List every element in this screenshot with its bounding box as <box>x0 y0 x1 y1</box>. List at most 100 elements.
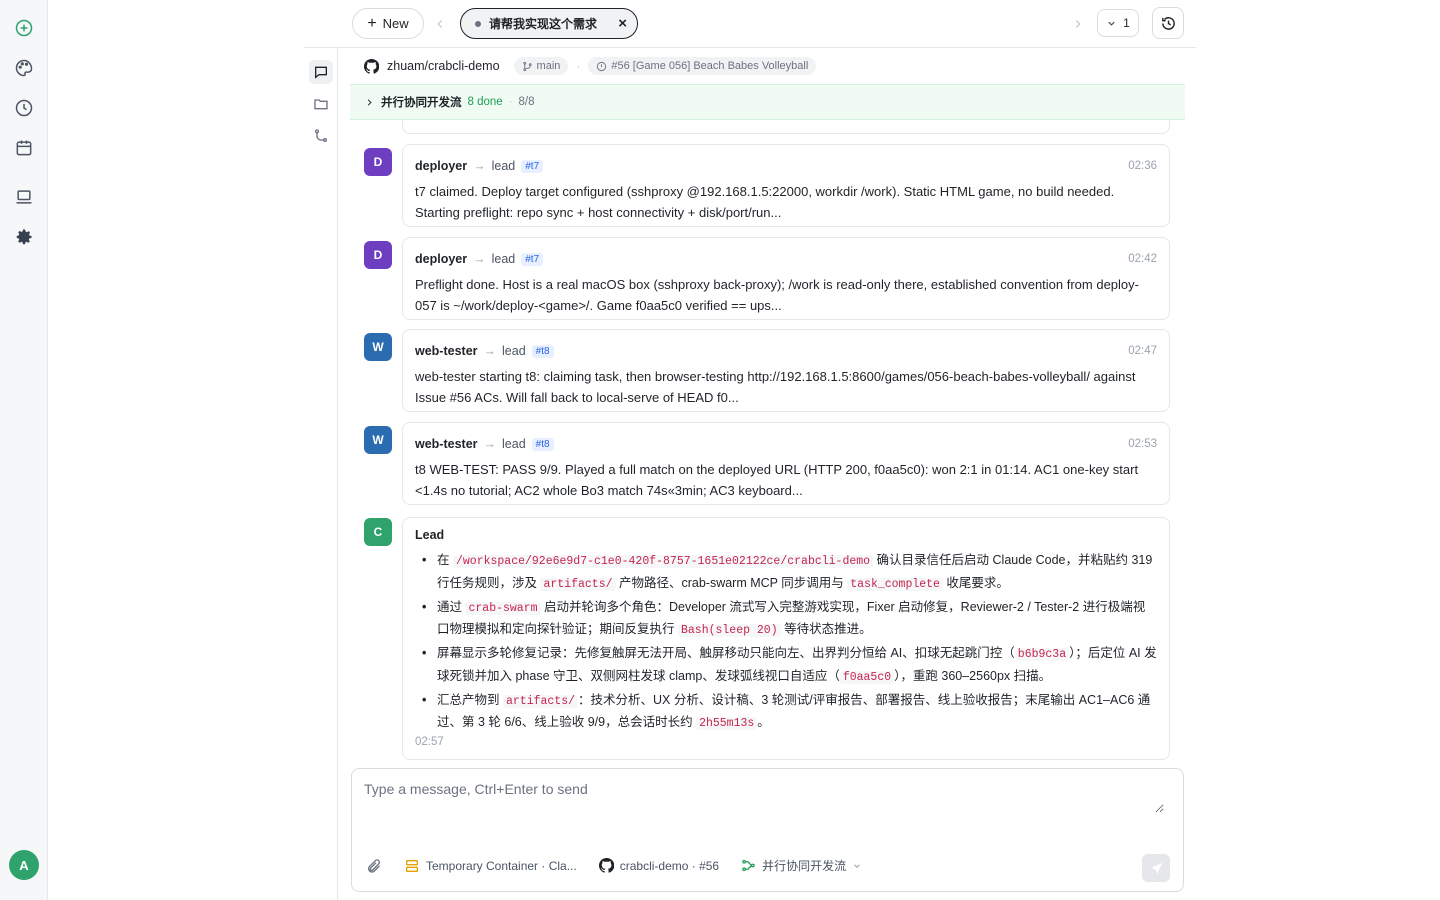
tab-active-session[interactable]: 请帮我实现这个需求 × <box>460 8 638 39</box>
arrow-right-icon: → <box>473 252 486 266</box>
container-icon <box>406 859 418 872</box>
message-body: t7 claimed. Deploy target configured (ss… <box>415 184 1115 220</box>
task-tag[interactable]: #t7 <box>521 159 544 173</box>
message-input[interactable] <box>364 781 1164 813</box>
laptop-icon[interactable] <box>12 185 36 209</box>
history-icon[interactable] <box>12 96 36 120</box>
list-item: 在 /workspace/92e6e9d7-c1e0-420f-8757-165… <box>415 550 1157 595</box>
palette-icon[interactable] <box>12 56 36 80</box>
user-avatar[interactable]: A <box>9 850 39 880</box>
github-icon <box>364 58 379 74</box>
agent-avatar: W <box>364 426 392 454</box>
task-tag[interactable]: #t7 <box>521 252 544 266</box>
close-icon[interactable]: × <box>618 15 627 32</box>
message-time: 02:42 <box>1128 253 1157 265</box>
message-receiver: lead <box>491 159 516 173</box>
message-sender: deployer <box>415 252 468 266</box>
repo-bar: zhuam/crabcli-demo main · #56 [Game 056]… <box>350 48 1185 84</box>
message-sender: web-tester <box>415 437 478 451</box>
send-icon <box>1150 862 1162 874</box>
message-card: deployer → lead #t7 02:36 t7 claimed. De… <box>402 144 1170 227</box>
swarm-status-bar[interactable]: 并行协同开发流 8 done · 8/8 <box>350 84 1185 120</box>
message-body: Preflight done. Host is a real macOS box… <box>415 277 1139 313</box>
left-rail: A <box>0 0 48 900</box>
folder-icon[interactable] <box>309 92 333 116</box>
chevron-left-icon[interactable] <box>430 14 450 34</box>
message-time: 02:36 <box>1128 160 1157 172</box>
branch-chip[interactable]: main <box>513 57 569 75</box>
plus-icon: + <box>367 14 377 32</box>
paperclip-icon <box>368 858 380 873</box>
chevron-down-icon <box>1108 21 1115 26</box>
new-session-label: New <box>382 16 409 31</box>
repo-name[interactable]: zhuam/crabcli-demo <box>387 59 500 73</box>
arrow-right-icon: → <box>473 159 486 173</box>
git-branch-icon[interactable] <box>309 124 333 148</box>
agent-avatar: D <box>364 148 392 176</box>
workflow-label: 并行协同开发流 <box>762 859 847 873</box>
message-receiver: lead <box>502 437 526 451</box>
message-card: deployer → lead #t7 02:42 Preflight done… <box>402 237 1170 320</box>
list-item: 通过 crab-swarm 启动并轮询多个角色：Developer 流式写入完整… <box>415 597 1157 642</box>
message-time: 02:47 <box>1128 345 1157 357</box>
container-selector[interactable]: Temporary Container · Cla... <box>404 858 577 874</box>
message-card-clipped <box>402 120 1170 134</box>
new-session-button[interactable]: + New <box>352 8 424 39</box>
calendar-icon[interactable] <box>12 136 36 160</box>
session-count: 1 <box>1123 16 1130 30</box>
session-count-dropdown[interactable]: 1 <box>1097 9 1139 37</box>
restore-icon <box>1161 16 1175 30</box>
new-chat-icon[interactable] <box>12 16 36 40</box>
lead-bullet-list: 在 /workspace/92e6e9d7-c1e0-420f-8757-165… <box>415 550 1157 736</box>
issue-title: #56 [Game 056] Beach Babes Volleyball <box>611 60 809 72</box>
chevron-down-icon <box>854 863 860 868</box>
agent-avatar: D <box>364 241 392 269</box>
arrow-right-icon: → <box>483 437 497 451</box>
message-composer: Temporary Container · Cla... crabcli-dem… <box>351 768 1184 892</box>
tab-title: 请帮我实现这个需求 <box>489 17 598 31</box>
repo-selector[interactable]: crabcli-demo · #56 <box>598 858 720 873</box>
panel-switcher <box>304 48 338 900</box>
chevron-right-icon <box>367 98 372 106</box>
issue-chip[interactable]: #56 [Game 056] Beach Babes Volleyball <box>588 57 817 75</box>
top-bar: + New 请帮我实现这个需求 × 1 <box>304 0 1196 48</box>
list-item: 汇总产物到 artifacts/：技术分析、UX 分析、设计稿、3 轮测试/评审… <box>415 690 1157 735</box>
message-card: web-tester → lead #t8 02:53 t8 WEB-TEST:… <box>402 422 1170 505</box>
lead-summary-card: Lead 在 /workspace/92e6e9d7-c1e0-420f-875… <box>402 517 1170 760</box>
message-body: web-tester starting t8: claiming task, t… <box>415 369 1136 405</box>
attach-button[interactable] <box>366 858 382 874</box>
agent-avatar: W <box>364 333 392 361</box>
send-button[interactable] <box>1142 854 1170 882</box>
composer-toolbar: Temporary Container · Cla... crabcli-dem… <box>366 857 862 874</box>
history-button[interactable] <box>1152 7 1184 39</box>
repo-label: crabcli-demo · #56 <box>619 858 720 873</box>
swarm-ratio: 8/8 <box>518 96 535 108</box>
swarm-done-count: 8 done <box>467 96 503 108</box>
task-tag[interactable]: #t8 <box>531 437 554 451</box>
chevron-right-icon[interactable] <box>1068 14 1088 34</box>
task-tag[interactable]: #t8 <box>531 344 554 358</box>
tab-status-dot <box>475 20 481 27</box>
message-feed[interactable]: D deployer → lead #t7 02:36 t7 claimed. … <box>350 120 1185 762</box>
message-time: 02:57 <box>415 736 444 748</box>
lead-title: Lead <box>415 528 445 542</box>
workflow-selector[interactable]: 并行协同开发流 <box>741 857 862 874</box>
separator-dot: · <box>576 59 581 73</box>
arrow-right-icon: → <box>483 344 497 358</box>
gear-icon[interactable] <box>12 225 36 249</box>
message-sender: web-tester <box>415 344 478 358</box>
lead-avatar: C <box>364 518 392 546</box>
branch-name: main <box>536 60 561 72</box>
separator-dot: · <box>508 96 513 108</box>
workflow-icon <box>742 859 755 872</box>
chat-panel-icon[interactable] <box>309 60 333 84</box>
branch-icon <box>522 61 532 71</box>
message-sender: deployer <box>415 159 468 173</box>
container-label: Temporary Container · Cla... <box>426 858 577 873</box>
message-time: 02:53 <box>1128 438 1157 450</box>
message-receiver: lead <box>502 344 526 358</box>
github-icon <box>598 858 614 873</box>
list-item: 屏幕显示多轮修复记录：先修复触屏无法开局、触屏移动只能向左、出界判分恒给 AI、… <box>415 643 1157 688</box>
issue-icon <box>597 61 607 71</box>
swarm-title: 并行协同开发流 <box>381 97 462 109</box>
